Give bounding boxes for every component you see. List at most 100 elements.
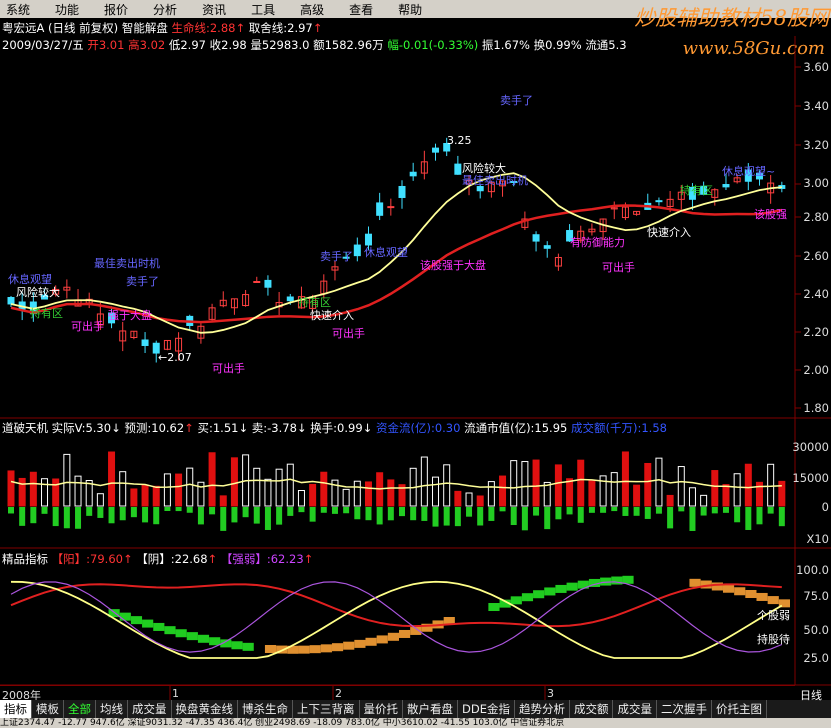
- volume-sell-bar: [655, 507, 662, 514]
- tab-indicator[interactable]: 指标: [0, 700, 32, 718]
- price-tick: 2.20: [803, 325, 829, 339]
- annotation-label: 3.25: [447, 134, 472, 147]
- volume-bar: [655, 457, 663, 507]
- tab-price-main[interactable]: 价托主图: [712, 700, 767, 718]
- volume-sell-bar: [488, 507, 495, 521]
- volume-bar: [230, 457, 238, 507]
- indicator-tick: 25.0: [803, 651, 829, 665]
- indicator-block: [399, 629, 411, 638]
- candle-body: [353, 244, 361, 257]
- volume-sell-bar: [387, 507, 394, 521]
- indicator-block: [387, 632, 399, 641]
- time-axis-month: 2: [335, 687, 342, 700]
- tab-golden-line[interactable]: 换盘黄金线: [172, 700, 238, 718]
- tab-trend[interactable]: 趋势分析: [515, 700, 570, 718]
- volume-sell-bar: [242, 507, 249, 518]
- volume-sell-bar: [622, 507, 629, 516]
- float-value: 流通5.3: [585, 38, 627, 52]
- indicator-block: [309, 645, 321, 654]
- indicator-block: [130, 616, 143, 625]
- tab-volume[interactable]: 成交量: [128, 700, 172, 718]
- indicator-label: 个股弱: [757, 609, 790, 622]
- volume-unit: X10: [806, 532, 829, 546]
- volume-bar: [342, 488, 350, 507]
- volume-sell-bar: [365, 507, 372, 521]
- tab-handshake[interactable]: 二次握手: [657, 700, 712, 718]
- volume-sell-bar: [521, 507, 528, 531]
- tab-volume-2[interactable]: 成交量: [613, 700, 657, 718]
- volume-sell-bar: [778, 507, 785, 527]
- volume-sell-bar: [510, 507, 517, 526]
- volume-bar: [286, 463, 294, 507]
- formula-name: 智能解盘: [121, 21, 168, 35]
- volume-bar: [554, 464, 562, 507]
- volume-bar: [74, 475, 82, 507]
- tab-life[interactable]: 博杀生命: [238, 700, 293, 718]
- volume-sell-bar: [611, 507, 618, 512]
- volume-bar: [63, 453, 71, 507]
- chart-canvas[interactable]: [0, 0, 831, 728]
- candle-body: [432, 147, 440, 153]
- tab-amount[interactable]: 成交额: [570, 700, 614, 718]
- indicator-block: [119, 612, 131, 621]
- candle-body: [376, 202, 384, 216]
- candle-body: [253, 281, 261, 284]
- volume-sell-bar: [454, 507, 461, 527]
- volume-sell-bar: [175, 507, 182, 512]
- volume-bar: [767, 463, 775, 507]
- indicator-tick: 100.0: [796, 563, 829, 577]
- indicator-block: [164, 626, 176, 635]
- candle-body: [286, 296, 294, 302]
- annotation-label: 卖手了: [500, 94, 533, 107]
- annotation-label: 休息观望~: [722, 165, 776, 178]
- price-tick: 2.80: [803, 210, 829, 224]
- volume-sell-bar: [588, 507, 595, 513]
- tab-divergence[interactable]: 上下三背离: [293, 700, 360, 718]
- chart-header-line1: 粤宏远A (日线 前复权) 智能解盘 生命线:2.88↑ 取舍线:2.97↑: [2, 21, 323, 35]
- indicator-block: [365, 637, 377, 646]
- vol-indicator-name: 道破天机: [2, 421, 48, 435]
- annotation-label: 最佳卖出时机: [462, 174, 528, 187]
- annotation-label: 该股强: [754, 208, 787, 221]
- volume-sell-bar: [566, 507, 573, 515]
- volume-sell-bar: [75, 507, 82, 529]
- volume-sell-bar: [678, 507, 685, 512]
- indicator-block: [231, 641, 243, 650]
- indicator-bars: [108, 575, 790, 654]
- period-label: (日线 前复权): [48, 21, 119, 35]
- volume-bar: [364, 481, 372, 507]
- tab-template[interactable]: 模板: [32, 700, 64, 718]
- volume-sell-bar: [298, 507, 305, 513]
- volume-bar: [476, 495, 484, 507]
- volume-sell-bar: [186, 507, 193, 513]
- indicator-header: 精品指标 【阳】:79.60↑ 【阴】:22.68↑ 【强弱】:62.23↑: [2, 552, 314, 566]
- volume-sell-bar: [734, 507, 741, 523]
- volume-bar: [633, 484, 641, 507]
- volume-sell-bar: [130, 507, 137, 518]
- annotation-label: 可出手: [332, 327, 365, 340]
- annotation-label: 强于大盘: [108, 309, 152, 322]
- high-value: 高3.02: [128, 38, 166, 52]
- volume-sell-bar: [119, 507, 126, 521]
- tab-retail[interactable]: 散户看盘: [403, 700, 458, 718]
- tab-dde[interactable]: DDE金指: [458, 700, 515, 718]
- indicator-block: [142, 619, 154, 628]
- tab-all[interactable]: 全部: [64, 700, 96, 718]
- tab-vol-price[interactable]: 量价托: [360, 700, 403, 718]
- indicator-block: [722, 584, 735, 593]
- volume-bar: [465, 492, 473, 507]
- period-switch-button[interactable]: 日线: [800, 687, 822, 703]
- volume-bars: [7, 451, 786, 531]
- volume-sell-bar: [466, 507, 473, 517]
- stock-name: 粤宏远A: [2, 21, 45, 35]
- volume-sell-bar: [253, 507, 260, 524]
- volume-bar: [644, 462, 652, 507]
- tab-ma[interactable]: 均线: [96, 700, 128, 718]
- volume-sell-bar: [86, 507, 93, 516]
- volume-bar: [96, 493, 104, 507]
- indicator-block: [488, 603, 500, 612]
- vol-amount: 成交额(千万):1.58: [571, 421, 667, 435]
- volume-bar: [275, 468, 283, 507]
- volume-bar: [41, 478, 49, 507]
- volume-sell-bar: [220, 507, 227, 531]
